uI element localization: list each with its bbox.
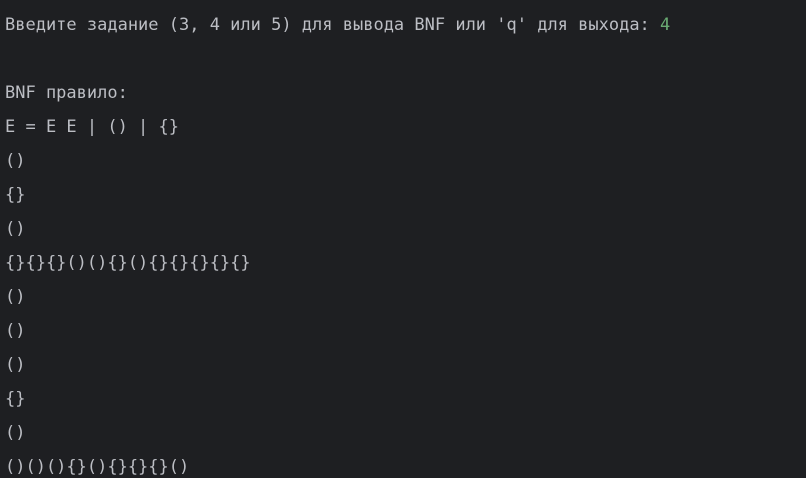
user-input: 4 [660,15,671,35]
output-line: () [5,219,26,239]
output-line: () [5,423,26,443]
bnf-heading: BNF правило: [5,83,128,103]
output-line: {} [5,389,26,409]
terminal-output: Введите задание (3, 4 или 5) для вывода … [0,0,806,478]
output-line: ()()(){}(){}{}{}() [5,457,190,477]
prompt-text: Введите задание (3, 4 или 5) для вывода … [5,15,661,35]
bnf-rule: E = E E | () | {} [5,117,179,137]
output-line: () [5,355,26,375]
output-line: {}{}{}()(){}(){}{}{}{}{} [5,253,251,273]
output-line: () [5,287,26,307]
output-line: () [5,151,26,171]
output-line: () [5,321,26,341]
output-line: {} [5,185,26,205]
prompt-line: Введите задание (3, 4 или 5) для вывода … [5,8,806,42]
